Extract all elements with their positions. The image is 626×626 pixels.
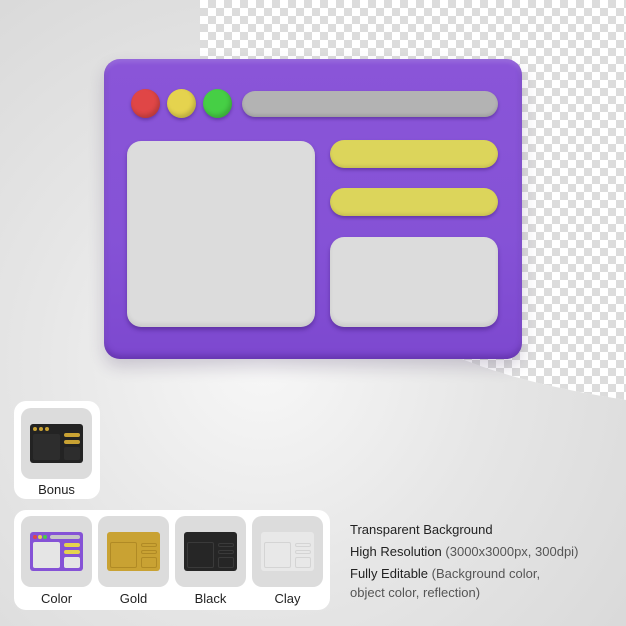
bonus-card[interactable]: Bonus (14, 401, 100, 499)
maximize-dot-icon (203, 89, 232, 118)
browser-window-icon (184, 532, 237, 571)
close-dot-icon (131, 89, 160, 118)
bonus-thumbnail (21, 408, 92, 479)
browser-window-icon (261, 532, 314, 571)
variant-label: Black (194, 591, 227, 606)
feature-item-continued: object color, reflection) (350, 585, 481, 600)
variant-thumbnail (175, 516, 246, 587)
feature-item: Transparent Background (350, 522, 493, 537)
main-content-panel (127, 141, 315, 327)
minimize-dot-icon (167, 89, 196, 118)
variant-label: Gold (119, 591, 148, 606)
browser-window-illustration (104, 59, 522, 359)
variant-thumbnail (98, 516, 169, 587)
content-bar (330, 188, 498, 216)
content-bar (330, 140, 498, 168)
address-bar (242, 91, 498, 117)
feature-item: High Resolution (3000x3000px, 300dpi) (350, 544, 579, 559)
browser-window-icon (30, 424, 83, 463)
variant-thumbnail (21, 516, 92, 587)
bonus-label: Bonus (38, 482, 75, 497)
feature-item: Fully Editable (Background color, (350, 566, 541, 581)
variant-label: Color (40, 591, 73, 606)
browser-window-icon (107, 532, 160, 571)
variant-label: Clay (274, 591, 301, 606)
side-content-panel (330, 237, 498, 327)
feature-list: Transparent Background High Resolution (… (350, 519, 578, 601)
browser-window-icon (30, 532, 83, 571)
variants-card: Color Gold Black Clay (14, 510, 330, 610)
variant-thumbnail (252, 516, 323, 587)
